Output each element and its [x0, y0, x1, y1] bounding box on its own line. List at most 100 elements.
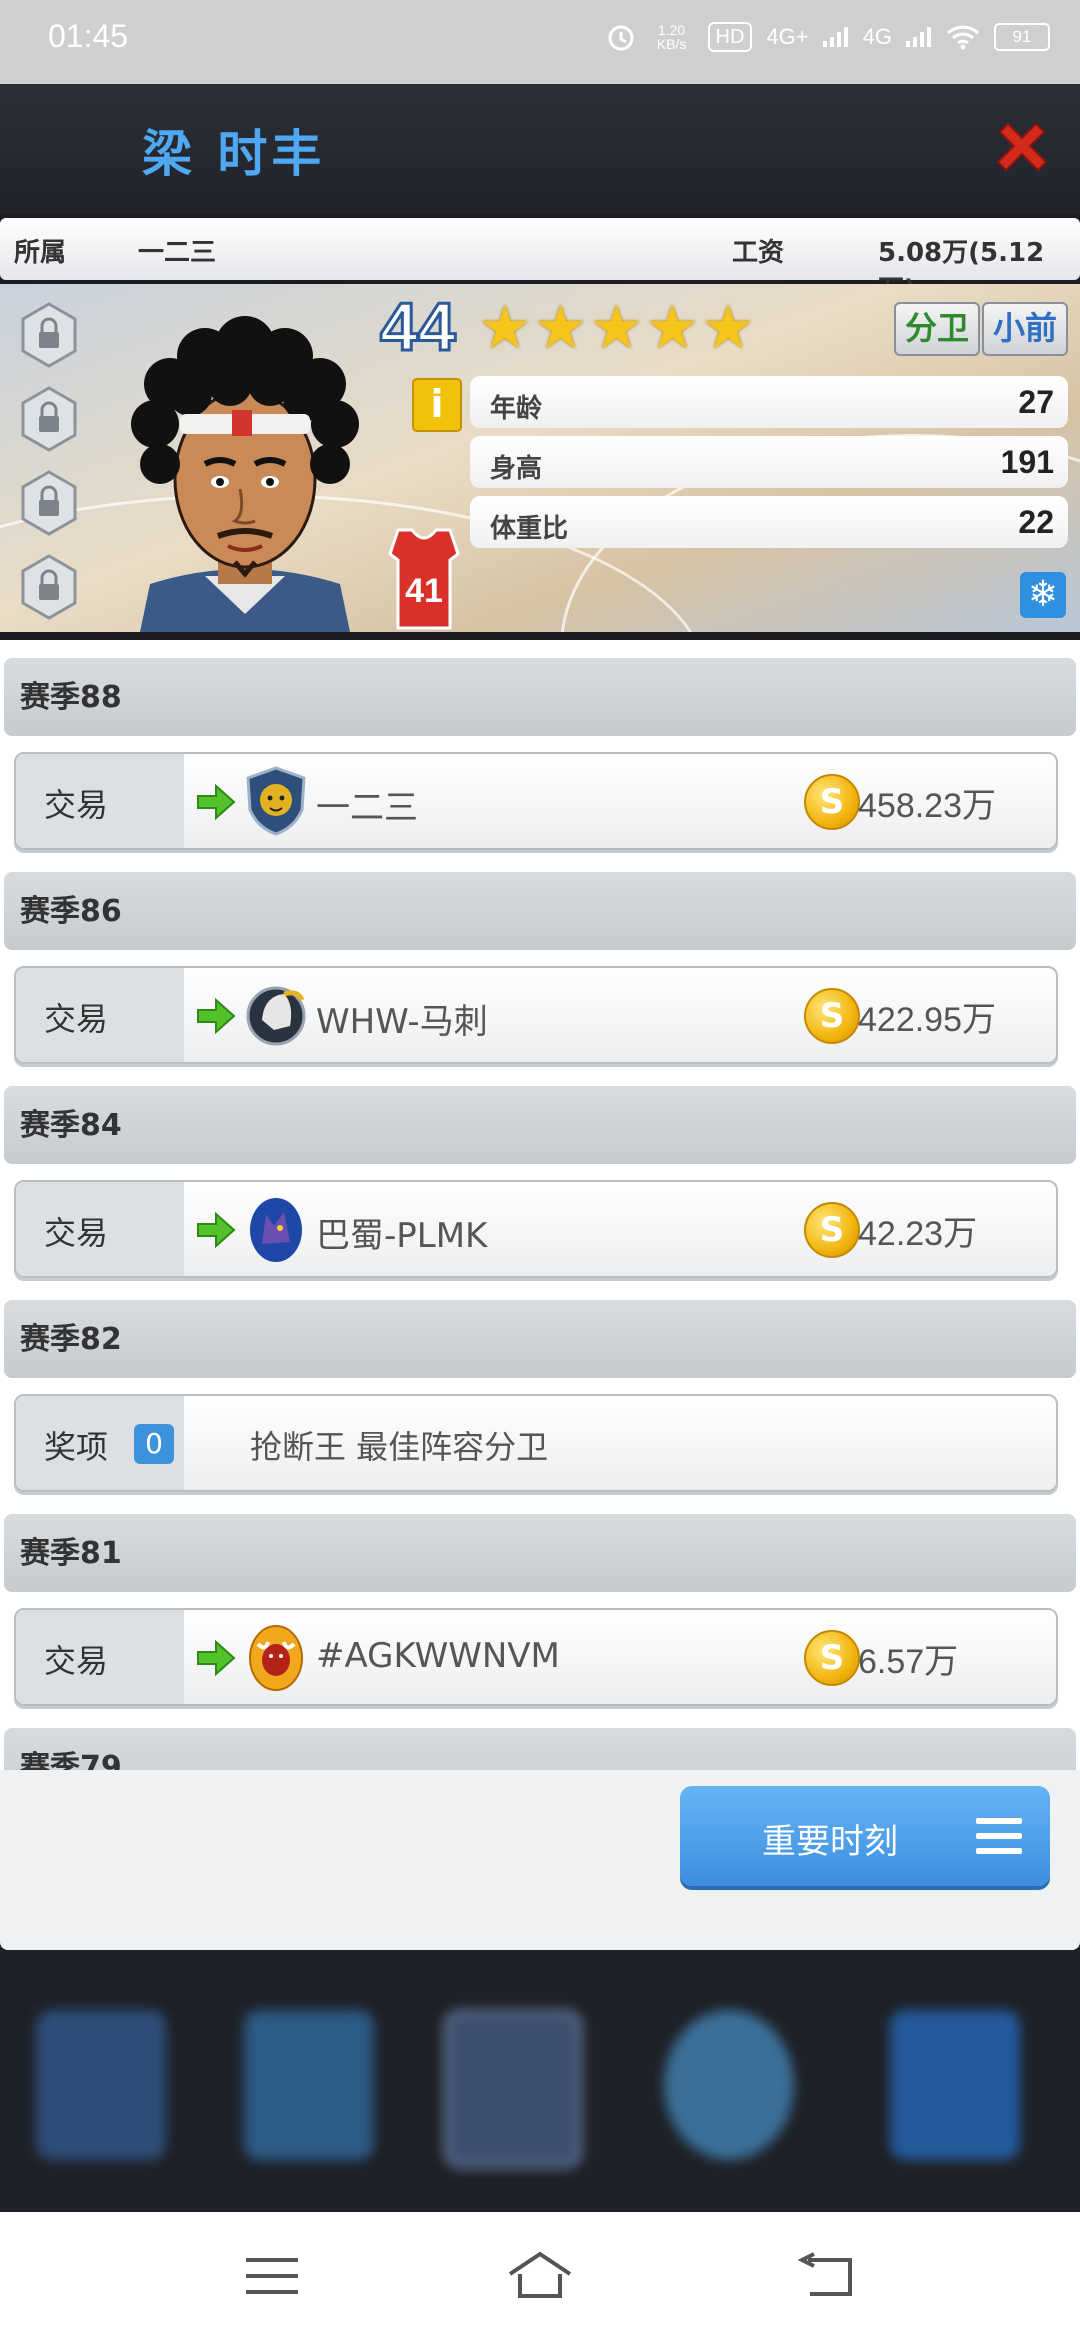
green-arrow-icon [197, 998, 236, 1034]
stat-label: 年龄 [490, 394, 543, 424]
record-type-cell: 交易 [16, 754, 184, 848]
transfer-fee: 42.23万 [858, 1215, 978, 1253]
team-salary-bar: 所属 一二三 工资 5.08万(5.12万) [0, 218, 1080, 305]
overall-rating: 44 [379, 288, 458, 367]
transfer-fee: 458.23万 [858, 787, 996, 825]
record-type: 交易 [44, 1642, 109, 1680]
alarm-icon [608, 25, 634, 51]
record-type-cell: 交易 [16, 1182, 184, 1276]
salary-label: 工资 [732, 238, 785, 268]
stat-row-weight: 体重比 22 [470, 496, 1068, 548]
player-card: 44 ★ ★ ★ ★ ★ 分卫 小前 i 年龄 27 身高 191 体重比 22… [0, 284, 1080, 632]
season-header: 赛季81 [4, 1514, 1076, 1592]
transaction-row[interactable]: 交易 #AGKWWNVM S 6.57万 [14, 1608, 1058, 1706]
position-secondary: 小前 [982, 302, 1068, 356]
spartan-logo-icon [246, 986, 306, 1046]
signal-4g: 4G [862, 24, 892, 49]
snowflake-icon[interactable]: ❄ [1020, 572, 1066, 618]
menu-icon [976, 1818, 1022, 1854]
season-label: 赛季82 [20, 1322, 122, 1357]
key-moments-label: 重要时刻 [762, 1822, 898, 1862]
coin-icon: S [804, 1202, 860, 1258]
player-name: 梁 时丰 [142, 125, 326, 183]
nav-money-icon[interactable] [244, 2010, 374, 2160]
nav-collapse-icon[interactable] [890, 2010, 1020, 2160]
season-header: 赛季86 [4, 872, 1076, 950]
lock-icon[interactable] [20, 386, 78, 452]
record-type: 交易 [44, 1214, 109, 1252]
award-row[interactable]: 奖项 0 抢断王 最佳阵容分卫 [14, 1394, 1058, 1492]
season-header: 赛季84 [4, 1086, 1076, 1164]
stat-value: 27 [1018, 384, 1054, 420]
team-name: WHW-马刺 [316, 1002, 488, 1042]
award-list: 抢断王 最佳阵容分卫 [250, 1428, 549, 1466]
player-header: 梁 时丰 [0, 84, 1080, 214]
award-count-badge: 0 [134, 1424, 174, 1464]
signal-bars-icon [822, 27, 848, 47]
record-type: 奖项 [44, 1428, 109, 1466]
record-type: 交易 [44, 786, 109, 824]
lock-icon[interactable] [20, 302, 78, 368]
stat-row-age: 年龄 27 [470, 376, 1068, 428]
coin-icon: S [804, 1630, 860, 1686]
transaction-row[interactable]: 交易 一二三 S 458.23万 [14, 752, 1058, 850]
record-type-cell: 交易 [16, 1610, 184, 1704]
season-label: 赛季81 [20, 1536, 122, 1571]
green-arrow-icon [197, 1640, 236, 1676]
stat-label: 体重比 [490, 514, 569, 544]
transfer-fee: 422.95万 [858, 1001, 996, 1039]
team-name: 巴蜀-PLMK [316, 1216, 488, 1256]
coin-icon: S [804, 774, 860, 830]
jersey-number: 41 [405, 572, 443, 610]
season-header: 赛季79 [4, 1728, 1076, 1770]
career-history-list[interactable]: 赛季88 交易 一二三 S 458.23万 赛季86 交易 WHW-马刺 S 4… [0, 640, 1080, 1770]
team-value: 一二三 [138, 238, 217, 268]
green-arrow-icon [197, 1212, 236, 1248]
star-icon: ★ [478, 293, 532, 363]
status-icons: 1.20 KB/s HD 4G+ 4G 91 [606, 22, 1050, 52]
signal-4g-plus: 4G+ [766, 24, 809, 49]
transfer-fee: 6.57万 [858, 1643, 959, 1681]
close-icon[interactable] [990, 118, 1054, 182]
star-icon: ★ [701, 293, 755, 363]
player-avatar [131, 316, 359, 632]
signal-bars-icon-2 [906, 27, 931, 47]
star-icon: ★ [589, 293, 644, 363]
position-primary: 分卫 [894, 302, 980, 356]
nav-roster-icon[interactable] [444, 2010, 582, 2168]
net-speed: 1.20 KB/s [656, 22, 687, 52]
star-rating: ★ ★ ★ ★ ★ [478, 298, 755, 358]
season-header: 赛季88 [4, 658, 1076, 736]
season-header: 赛季82 [4, 1300, 1076, 1378]
coin-icon: S [804, 988, 860, 1044]
wolf-logo-icon [250, 1198, 302, 1262]
green-arrow-icon [197, 784, 236, 820]
recent-apps-icon[interactable] [246, 2256, 298, 2296]
clock: 01:45 [48, 18, 129, 54]
home-icon[interactable] [506, 2250, 574, 2300]
battery-level: 91 [1012, 27, 1032, 46]
lock-icon[interactable] [20, 470, 78, 536]
transaction-row[interactable]: 交易 巴蜀-PLMK S 42.23万 [14, 1180, 1058, 1278]
nav-chat-icon[interactable] [664, 2010, 794, 2160]
record-type-cell: 交易 [16, 968, 184, 1062]
transaction-row[interactable]: 交易 WHW-马刺 S 422.95万 [14, 966, 1058, 1064]
back-icon[interactable] [796, 2252, 854, 2298]
stat-label: 身高 [490, 454, 543, 484]
status-bar: 01:45 1.20 KB/s HD 4G+ 4G 91 [0, 0, 1080, 84]
wifi-icon [946, 25, 980, 50]
lion-shield-logo-icon [246, 766, 306, 836]
info-icon[interactable]: i [412, 378, 462, 432]
stat-row-height: 身高 191 [470, 436, 1068, 488]
team-label: 所属 [14, 238, 67, 268]
stat-value: 22 [1018, 504, 1054, 540]
season-label: 赛季86 [20, 894, 122, 929]
season-label: 赛季79 [20, 1750, 122, 1770]
battery-icon: 91 [994, 23, 1050, 51]
season-label: 赛季88 [20, 680, 122, 715]
hd-icon: HD [707, 22, 753, 52]
lock-icon[interactable] [20, 554, 78, 620]
key-moments-button[interactable]: 重要时刻 [680, 1786, 1050, 1886]
nav-star-icon[interactable] [36, 2010, 166, 2160]
season-label: 赛季84 [20, 1108, 122, 1143]
